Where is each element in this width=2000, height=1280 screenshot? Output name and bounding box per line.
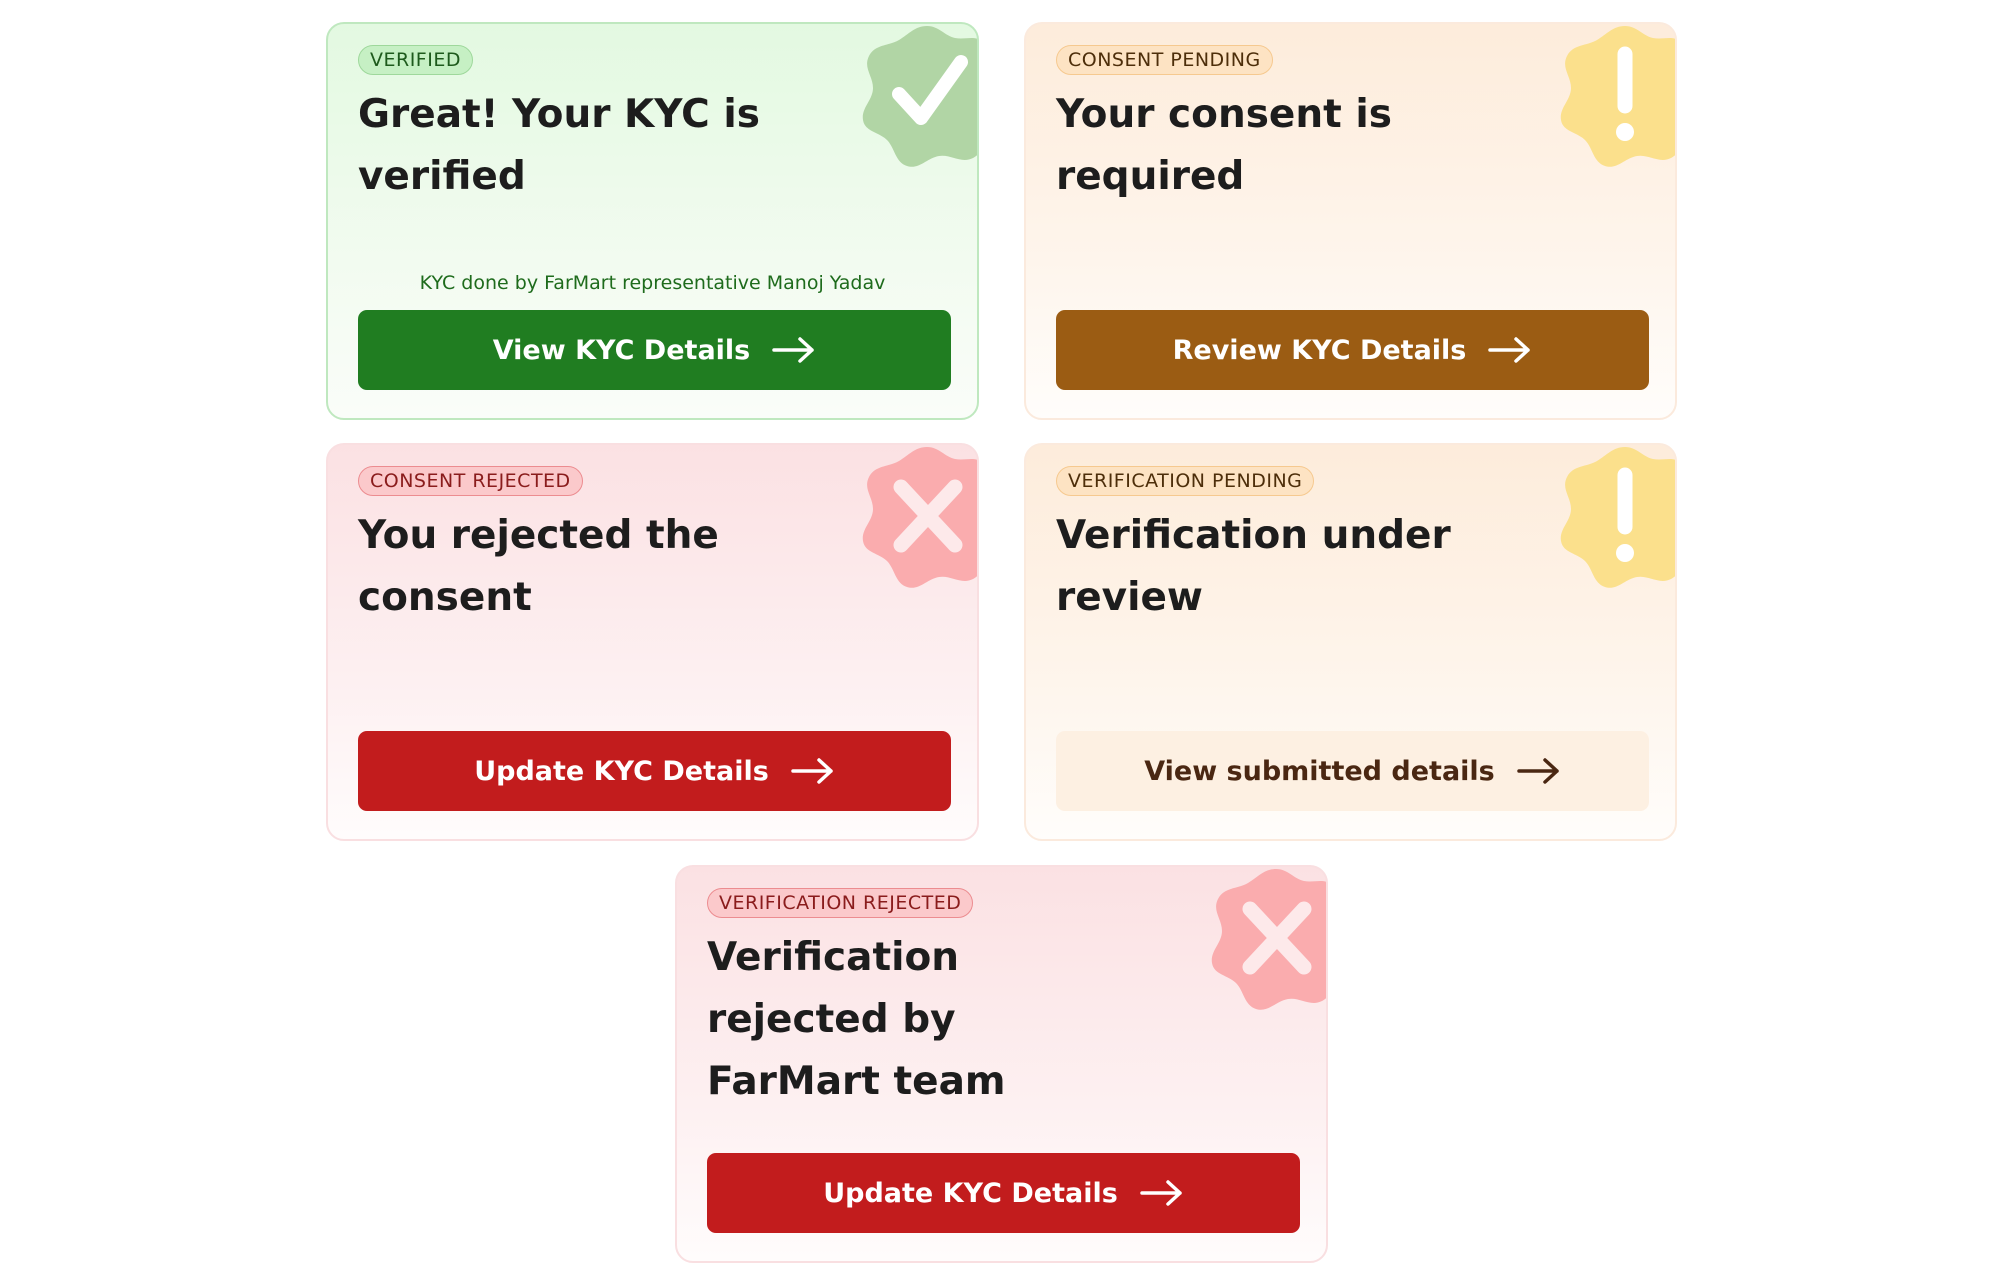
status-badge: CONSENT PENDING (1056, 45, 1273, 75)
review-kyc-details-button[interactable]: Review KYC Details (1056, 310, 1649, 390)
update-kyc-details-button[interactable]: Update KYC Details (358, 731, 951, 811)
button-label: Review KYC Details (1172, 334, 1467, 366)
status-badge: VERIFICATION REJECTED (707, 888, 974, 918)
view-submitted-details-button[interactable]: View submitted details (1056, 731, 1649, 811)
exclamation-seal-icon (1560, 447, 1675, 588)
consent-pending-card: CONSENT PENDING Your consent is required… (1024, 22, 1677, 420)
status-badge: CONSENT REJECTED (358, 466, 583, 496)
button-label: View KYC Details (492, 334, 751, 366)
arrow-right-icon (791, 757, 835, 785)
arrow-right-icon (1140, 1179, 1184, 1207)
card-title: Verification under review (1056, 513, 1451, 620)
card-title: Verification rejected by FarMart team (707, 935, 1006, 1104)
card-title: Great! Your KYC is verified (358, 92, 760, 199)
button-label: View submitted details (1144, 755, 1495, 787)
status-badge: VERIFIED (358, 45, 473, 75)
arrow-right-icon (772, 336, 816, 364)
verification-pending-card: VERIFICATION PENDING Verification under … (1024, 443, 1677, 841)
kyc-representative-note: KYC done by FarMart representative Manoj… (419, 272, 886, 294)
button-label: Update KYC Details (823, 1177, 1118, 1209)
cross-seal-icon (862, 447, 977, 588)
card-title: Your consent is required (1056, 92, 1392, 199)
consent-rejected-card: CONSENT REJECTED You rejected the consen… (326, 443, 979, 841)
kyc-verified-card: VERIFIED Great! Your KYC is verified KYC… (326, 22, 979, 420)
status-badge: VERIFICATION PENDING (1056, 466, 1315, 496)
view-kyc-details-button[interactable]: View KYC Details (358, 310, 951, 390)
arrow-right-icon (1517, 757, 1561, 785)
exclamation-seal-icon (1560, 26, 1675, 167)
update-kyc-details-button[interactable]: Update KYC Details (707, 1153, 1300, 1233)
arrow-right-icon (1488, 336, 1532, 364)
button-label: Update KYC Details (474, 755, 769, 787)
card-title: You rejected the consent (358, 513, 719, 620)
cross-seal-icon (1211, 869, 1326, 1010)
check-seal-icon (862, 26, 977, 167)
verification-rejected-card: VERIFICATION REJECTED Verification rejec… (675, 865, 1328, 1263)
